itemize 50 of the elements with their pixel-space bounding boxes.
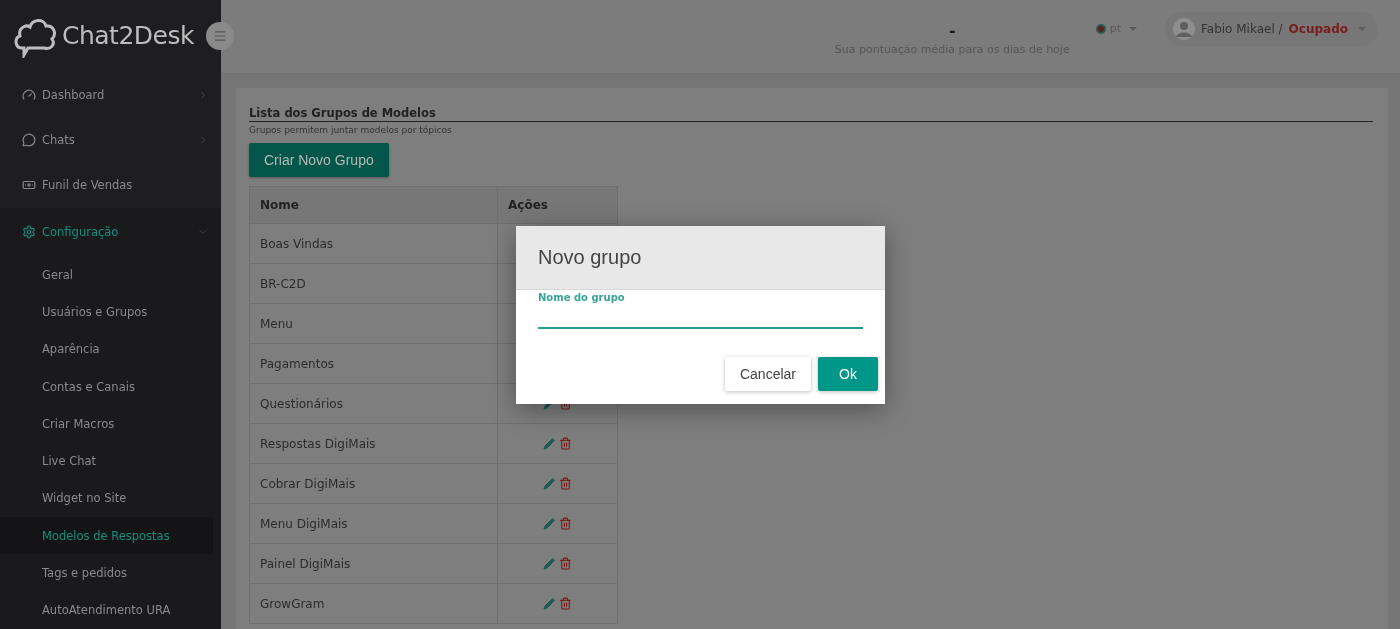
trash-icon[interactable]	[559, 477, 572, 490]
column-header: Ações	[508, 198, 548, 212]
trash-icon[interactable]	[559, 597, 572, 610]
avatar-icon	[1173, 17, 1195, 40]
panel-title: Lista dos Grupos de Modelos	[249, 106, 1373, 122]
table-cell-text: Menu	[259, 315, 294, 333]
app-logo: Chat2Desk	[62, 21, 194, 51]
table-cell-text: GrowGram	[259, 595, 326, 613]
table-cell-text: Questionários	[259, 395, 344, 413]
sidebar-subitem[interactable]: Contas e Canais	[0, 367, 213, 406]
gauge-icon	[22, 87, 36, 102]
table-cell-text: Menu DigiMais	[259, 515, 349, 533]
sidebar-subitem[interactable]: AutoAtendimento URA	[0, 591, 213, 629]
sidebar-subitem[interactable]: Geral	[0, 256, 213, 294]
ok-button[interactable]: Ok	[818, 357, 878, 391]
sidebar-subitem[interactable]: Modelos de Respostas	[0, 517, 213, 555]
cancel-button[interactable]: Cancelar	[724, 357, 811, 391]
table-cell-text: Pagamentos	[259, 355, 335, 373]
dialog-title: Novo grupo	[516, 226, 885, 290]
table-cell-text: BR-C2D	[259, 275, 307, 293]
table-cell-text: Respostas DigiMais	[259, 435, 377, 453]
menu-icon	[213, 29, 227, 43]
pencil-icon[interactable]	[543, 557, 555, 570]
trash-icon[interactable]	[559, 517, 572, 530]
sidebar-item[interactable]: Funil de Vendas	[0, 162, 221, 209]
sidebar-item[interactable]: Dashboard	[0, 71, 221, 118]
sidebar-subitem[interactable]: Widget no Site	[0, 479, 213, 518]
sidebar-subitem[interactable]: Tags e pedidos	[0, 554, 213, 592]
sidebar-subitem[interactable]: Live Chat	[0, 442, 213, 480]
pencil-icon[interactable]	[543, 477, 555, 490]
table-cell-text: Painel DigiMais	[259, 555, 352, 573]
user-menu[interactable]: Fabio Mikael / Ocupado	[1165, 11, 1378, 46]
gear-icon	[22, 225, 36, 240]
table-cell-text: Boas Vindas	[259, 235, 335, 253]
sidebar-item[interactable]: Chats	[0, 117, 221, 163]
pencil-icon[interactable]	[543, 597, 555, 610]
column-header: Nome	[259, 197, 300, 214]
score-value: -	[948, 23, 956, 39]
sidebar-subitem[interactable]: Aparência	[0, 330, 213, 368]
table-cell-text: Cobrar DigiMais	[259, 475, 357, 493]
chat-bubble-icon	[22, 132, 36, 147]
trash-icon[interactable]	[559, 557, 572, 570]
create-group-button[interactable]: Criar Novo Grupo	[249, 143, 389, 177]
sidebar-subitem[interactable]: Usuários e Grupos	[0, 293, 213, 331]
trash-icon[interactable]	[559, 437, 572, 450]
panel-subtitle: Grupos permitem juntar modelos por tópicos	[249, 125, 453, 135]
pencil-icon[interactable]	[543, 437, 555, 450]
pencil-icon[interactable]	[543, 517, 555, 530]
field-label: Nome do grupo	[538, 292, 626, 303]
sidebar-subitem[interactable]: Criar Macros	[0, 405, 213, 443]
